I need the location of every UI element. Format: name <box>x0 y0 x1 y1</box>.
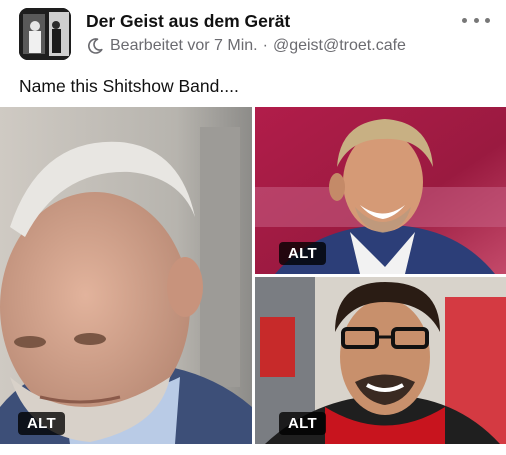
alt-badge[interactable]: ALT <box>279 242 326 265</box>
author-handle[interactable]: @geist@troet.cafe <box>273 37 406 55</box>
media-image-3[interactable]: ALT <box>255 277 506 444</box>
author-avatar[interactable] <box>19 8 71 60</box>
alt-badge[interactable]: ALT <box>279 412 326 435</box>
post-header: Der Geist aus dem Gerät Bearbeitet vor 7… <box>0 0 506 64</box>
meta-separator: · <box>262 37 268 54</box>
more-options-icon[interactable] <box>462 14 490 26</box>
moon-icon <box>86 37 104 55</box>
media-image-2[interactable]: ALT <box>255 107 506 274</box>
media-image-1[interactable]: ALT <box>0 107 252 444</box>
post-text: Name this Shitshow Band.... <box>19 76 239 96</box>
edited-timestamp[interactable]: Bearbeitet vor 7 Min. <box>110 37 258 55</box>
author-name[interactable]: Der Geist aus dem Gerät <box>86 11 290 32</box>
post-meta: Bearbeitet vor 7 Min. · @geist@troet.caf… <box>86 37 406 55</box>
media-gallery: ALT ALT ALT <box>0 107 506 444</box>
alt-badge[interactable]: ALT <box>18 412 65 435</box>
